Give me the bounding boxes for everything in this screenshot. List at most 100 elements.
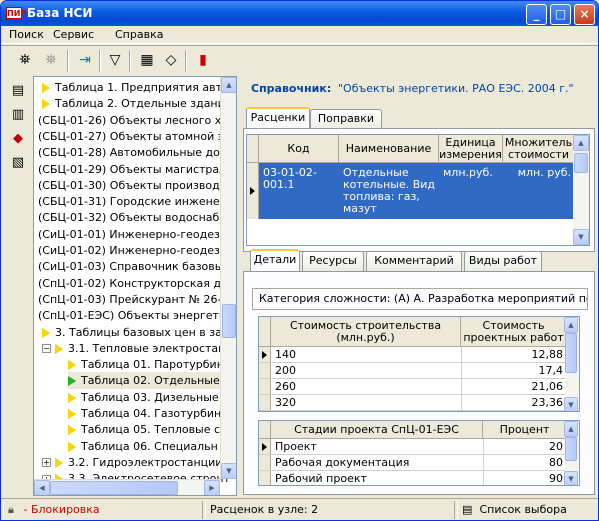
tree-item[interactable]: Таблица 01. Паротурбин	[68, 356, 224, 373]
tab-work-types[interactable]: Виды работ	[464, 251, 542, 271]
stage-vertical-scrollbar[interactable]: ▲ ▼	[564, 421, 579, 485]
title-bar[interactable]: ПИР База НСИ _ □ ×	[1, 1, 598, 26]
table-row[interactable]: Проект 20	[259, 439, 567, 455]
scroll-left-button[interactable]: ◀	[34, 480, 50, 495]
expand-icon[interactable]: +	[42, 458, 51, 468]
stage-grid[interactable]: Стадии проекта СпЦ-01-ЕЭС Процент Проект…	[258, 420, 580, 486]
tab-rates[interactable]: Расценки	[246, 107, 310, 129]
column-header-percent[interactable]: Процент	[483, 421, 567, 439]
minimize-button[interactable]: _	[526, 4, 547, 25]
rate-count: Расценок в узле: 2	[205, 501, 455, 519]
tree-item[interactable]: Таблица 03. Дизельные	[68, 389, 219, 406]
menu-help[interactable]: Справка	[115, 28, 163, 41]
maximize-button[interactable]: □	[550, 4, 571, 25]
tree-item-label: (СБЦ-01-29) Объекты магистрально	[38, 162, 237, 176]
tree-item-label: Таблица 05. Тепловые с	[81, 423, 221, 437]
collapse-icon[interactable]: −	[42, 344, 51, 354]
reference-tree[interactable]: Таблица 1. Предприятия автом Таблица 2. О…	[33, 76, 237, 496]
tree-item[interactable]: (СиЦ-01-02) Инженерно-геодезичес	[38, 242, 236, 259]
column-header-construction-cost[interactable]: Стоимость строительства (млн.руб.)	[271, 317, 461, 347]
tree-horizontal-scrollbar[interactable]: ◀ ▶	[34, 479, 220, 495]
properties-icon[interactable]: ▦	[135, 49, 159, 72]
tree-item[interactable]: (СБЦ-01-27) Объекты атомной энерг	[38, 128, 236, 145]
status-selection-panel: ▤ Список выбора пуст	[457, 501, 595, 519]
tree-item[interactable]: +3.2. Гидроэлектростанции	[42, 454, 222, 471]
table-row[interactable]: Рабочая документация 80	[259, 455, 567, 471]
tree-item[interactable]: Таблица 05. Тепловые с	[68, 421, 220, 438]
tree-item[interactable]: Таблица 04. Газотурбин	[68, 405, 221, 422]
exit-icon[interactable]: ⇥	[73, 49, 97, 72]
scroll-down-button[interactable]: ▼	[564, 471, 578, 485]
table-row[interactable]: Рабочий проект 90	[259, 471, 567, 485]
tree-item[interactable]: (СБЦ-01-31) Городские инженерны	[38, 193, 236, 210]
find-next-icon[interactable]: ⛯	[39, 49, 63, 72]
scroll-down-button[interactable]: ▼	[221, 463, 236, 479]
close-button[interactable]: ×	[574, 4, 595, 25]
scroll-down-button[interactable]: ▼	[564, 397, 578, 411]
column-header-name[interactable]: Наименование	[339, 135, 439, 163]
scroll-down-button[interactable]: ▼	[573, 229, 589, 245]
clear-icon[interactable]: ◇	[159, 49, 183, 72]
rate-code: 03-01-02-001.1	[263, 166, 317, 191]
menu-search[interactable]: Поиск	[9, 28, 44, 41]
scroll-thumb[interactable]	[222, 304, 236, 338]
tree-item[interactable]: (СпЦ-01-02) Конструкторская докум	[38, 275, 236, 292]
table-row[interactable]: 03-01-02-001.1 Отдельные котельные. Вид …	[259, 163, 575, 219]
menu-service[interactable]: Сервис	[53, 28, 94, 41]
books-icon[interactable]: ◆	[9, 130, 27, 148]
tree-item[interactable]: (СБЦ-01-32) Объекты водоснабжен	[38, 209, 236, 226]
rates-vertical-scrollbar[interactable]: ▲ ▼	[573, 135, 589, 245]
tree-item[interactable]: Таблица 02. Отдельные	[68, 372, 220, 390]
scroll-thumb[interactable]	[565, 437, 577, 461]
table-row[interactable]: 320 23,36	[259, 395, 567, 411]
column-header-stage[interactable]: Стадии проекта СпЦ-01-ЕЭС	[271, 421, 483, 439]
document-icon[interactable]: ▥	[9, 106, 27, 124]
tree-item[interactable]: Таблица 2. Отдельные здания и	[42, 95, 237, 112]
tree-item[interactable]: 3. Таблицы базовых цен в зави	[42, 324, 236, 341]
cost-grid[interactable]: Стоимость строительства (млн.руб.) Стоим…	[258, 316, 580, 412]
tree-item[interactable]: − 3.1. Тепловые электростан	[42, 340, 225, 357]
column-header-code[interactable]: Код	[259, 135, 339, 163]
scroll-right-button[interactable]: ▶	[204, 480, 220, 495]
tree-item[interactable]: Таблица 1. Предприятия автом	[42, 79, 236, 96]
tab-details[interactable]: Детали	[250, 249, 300, 271]
tree-item[interactable]: (СиЦ-01-01) Инженерно-геодезичес	[38, 226, 236, 243]
tree-item[interactable]: Таблица 06. Специальн	[68, 438, 218, 455]
stage-name-cell: Рабочая документация	[275, 456, 410, 469]
filter-icon[interactable]: ▽	[103, 49, 127, 72]
card-icon[interactable]: ▤	[9, 82, 27, 100]
tree-item[interactable]: (СпЦ-01-ЕЭС) Объекты энергетики.	[38, 307, 236, 324]
column-header-unit[interactable]: Единица измерения	[439, 135, 503, 163]
scroll-thumb[interactable]	[574, 153, 588, 173]
tree-item[interactable]: (СБЦ-01-28) Автомобильные дороги	[38, 144, 236, 161]
tree-vertical-scrollbar[interactable]: ▲ ▼	[220, 77, 236, 479]
copy-icon[interactable]: ▧	[9, 154, 27, 172]
tree-item[interactable]: (СБЦ-01-26) Объекты лесного хозя	[38, 112, 236, 129]
rates-grid[interactable]: Код Наименование Единица измерения Множи…	[246, 134, 590, 246]
book-icon[interactable]: ▮	[191, 49, 215, 72]
scroll-up-button[interactable]: ▲	[564, 421, 578, 437]
scroll-thumb[interactable]	[50, 481, 178, 495]
tab-corrections[interactable]: Поправки	[310, 109, 382, 129]
tree-item-label: 3.2. Гидроэлектростанции	[68, 455, 223, 469]
scroll-up-button[interactable]: ▲	[564, 317, 578, 333]
tab-comment[interactable]: Комментарий	[366, 251, 462, 271]
binoculars-icon[interactable]: ⛯	[13, 49, 37, 72]
scroll-up-button[interactable]: ▲	[221, 77, 236, 93]
tree-item-label: Таблица 2. Отдельные здания и	[55, 97, 237, 111]
row-indicator-header	[247, 135, 259, 163]
tree-item[interactable]: (СБЦ-01-29) Объекты магистрально	[38, 161, 237, 178]
scroll-up-button[interactable]: ▲	[573, 135, 589, 151]
cost-vertical-scrollbar[interactable]: ▲ ▼	[564, 317, 579, 411]
column-header-design-cost[interactable]: Стоимость проектных работ	[461, 317, 567, 347]
table-row[interactable]: 200 17,4	[259, 363, 567, 379]
scroll-thumb[interactable]	[565, 333, 577, 373]
table-row[interactable]: 260 21,06	[259, 379, 567, 395]
column-header-multiplier[interactable]: Множитель стоимости	[503, 135, 575, 163]
tree-item[interactable]: (СБЦ-01-30) Объекты производства	[38, 177, 236, 194]
tab-resources[interactable]: Ресурсы	[302, 251, 364, 271]
tree-item[interactable]: (СпЦ-01-03) Прейскурант № 26-05-2	[38, 291, 236, 308]
table-row[interactable]: 140 12,88	[259, 347, 567, 363]
column-divider	[483, 455, 484, 471]
tree-item[interactable]: (СиЦ-01-03) Справочник базовых це	[38, 258, 236, 275]
